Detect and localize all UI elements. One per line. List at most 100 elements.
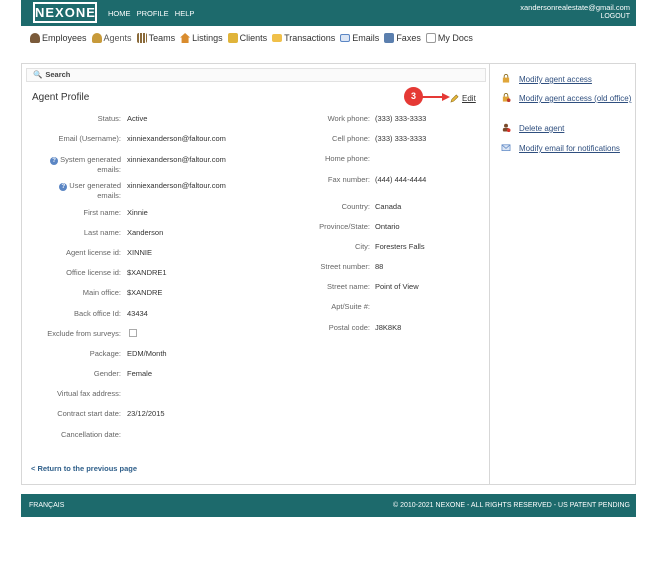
nav-help-link[interactable]: HELP <box>175 9 195 18</box>
modify-email-notifications-link[interactable]: Modify email for notifications <box>519 144 620 154</box>
field-label-apt-suite: Apt/Suite #: <box>331 302 370 311</box>
field-value-work-phone: (333) 333-3333 <box>375 114 427 123</box>
field-value-postal-code: J8K8K8 <box>375 323 402 332</box>
return-previous-page-link[interactable]: < Return to the previous page <box>31 464 137 473</box>
search-bar[interactable]: 🔍 Search <box>26 68 486 82</box>
field-label-back-office: Back office Id: <box>74 309 121 318</box>
field-label-fax-number: Fax number: <box>327 175 370 184</box>
field-label-text: System generated emails: <box>60 155 121 174</box>
top-header-bar: NEXONE HOME PROFILE HELP xandersonreales… <box>21 0 636 26</box>
exclude-surveys-checkbox[interactable] <box>129 329 137 337</box>
nav-item-label: My Docs <box>437 33 473 43</box>
nav-item-label: Teams <box>148 33 176 43</box>
field-value-cell-phone: (333) 333-3333 <box>375 134 427 143</box>
field-label-postal-code: Postal code: <box>328 323 370 332</box>
nav-item-label: Transactions <box>284 33 336 43</box>
nav-item-label: Faxes <box>396 33 421 43</box>
field-label-system-emails: ? System generated emails: <box>37 155 121 174</box>
envelope-icon <box>340 34 351 42</box>
edit-link[interactable]: Edit <box>462 94 476 103</box>
field-label-city: City: <box>355 242 370 251</box>
field-label-first-name: First name: <box>83 208 121 217</box>
info-icon[interactable]: ? <box>59 183 68 191</box>
field-value-contract-start: 23/12/2015 <box>127 409 165 418</box>
field-label-work-phone: Work phone: <box>327 114 370 123</box>
field-label-office-license: Office license id: <box>66 268 121 277</box>
edit-label: Edit <box>462 94 476 103</box>
field-label-exclude-surveys: Exclude from surveys: <box>47 329 121 338</box>
field-value-office-license: $XANDRE1 <box>127 268 167 277</box>
field-value-status: Active <box>127 114 148 123</box>
envelope-icon <box>501 143 511 152</box>
field-label-package: Package: <box>89 349 121 358</box>
field-label-text: User generated emails: <box>69 181 121 200</box>
fax-icon <box>384 33 395 43</box>
nav-item-clients[interactable]: Clients <box>227 33 268 43</box>
field-label-contract-start: Contract start date: <box>57 409 121 418</box>
field-value-gender: Female <box>127 369 153 378</box>
nav-item-label: Listings <box>192 33 223 43</box>
field-value-country: Canada <box>375 202 402 211</box>
arrow-icon <box>422 93 450 101</box>
nexone-logo[interactable]: NEXONE <box>33 2 97 23</box>
nav-item-my-docs[interactable]: My Docs <box>425 33 473 43</box>
folder-icon <box>272 34 283 42</box>
field-value-first-name: Xinnie <box>127 208 148 217</box>
field-label-cell-phone: Cell phone: <box>332 134 370 143</box>
language-link[interactable]: FRANÇAIS <box>29 502 64 509</box>
nav-item-transactions[interactable]: Transactions <box>272 33 335 43</box>
house-icon <box>180 33 191 43</box>
step-badge: 3 <box>404 87 423 106</box>
field-label-country: Country: <box>341 202 370 211</box>
agent-icon <box>91 33 102 43</box>
field-value-back-office: 43434 <box>127 309 148 318</box>
nav-item-listings[interactable]: Listings <box>180 33 223 43</box>
field-value-email: xinniexanderson@faltour.com <box>127 134 226 143</box>
nav-item-faxes[interactable]: Faxes <box>384 33 421 43</box>
field-value-user-emails: xinniexanderson@faltour.com <box>127 181 226 190</box>
clients-icon <box>227 33 238 43</box>
people-icon <box>30 33 40 43</box>
logout-link[interactable]: LOGOUT <box>600 13 630 20</box>
field-label-street-name: Street name: <box>327 282 370 291</box>
field-value-system-emails: xinniexanderson@faltour.com <box>127 155 226 164</box>
modify-agent-access-old-office-link[interactable]: Modify agent access (old office) <box>519 94 637 104</box>
agent-profile-section: 🔍 Search Agent Profile 3 Edit Status: Act… <box>22 64 490 484</box>
field-value-agent-license: XINNIE <box>127 248 153 257</box>
field-value-main-office: $XANDRE <box>127 288 163 297</box>
field-value-street-name: Point of View <box>375 282 419 291</box>
nav-item-label: Emails <box>352 33 380 43</box>
field-label-user-emails: ? User generated emails: <box>37 181 121 200</box>
info-icon[interactable]: ? <box>50 157 59 165</box>
docs-icon <box>425 33 436 43</box>
nav-item-label: Employees <box>42 33 87 43</box>
teams-icon <box>136 33 147 43</box>
main-nav: Employees Agents Teams Listings Clients … <box>30 31 478 45</box>
user-email: xandersonrealestate@gmail.com <box>520 3 630 12</box>
field-label-province: Province/State: <box>319 222 370 231</box>
delete-user-icon <box>501 123 511 132</box>
field-label-last-name: Last name: <box>83 228 121 237</box>
delete-agent-link[interactable]: Delete agent <box>519 124 564 134</box>
field-value-package: EDM/Month <box>127 349 167 358</box>
nav-item-teams[interactable]: Teams <box>136 33 176 43</box>
field-label-email: Email (Username): <box>58 134 121 143</box>
field-value-city: Foresters Falls <box>375 242 425 251</box>
top-nav: HOME PROFILE HELP <box>108 9 198 18</box>
nav-home-link[interactable]: HOME <box>108 9 131 18</box>
page-title: Agent Profile <box>32 92 90 103</box>
lock-icon <box>501 74 511 83</box>
nav-profile-link[interactable]: PROFILE <box>137 9 169 18</box>
field-value-street-number: 88 <box>375 262 384 271</box>
field-label-main-office: Main office: <box>82 288 121 297</box>
modify-agent-access-link[interactable]: Modify agent access <box>519 75 592 85</box>
nav-item-label: Clients <box>239 33 268 43</box>
nav-item-agents[interactable]: Agents <box>91 33 132 43</box>
nav-item-label: Agents <box>103 33 132 43</box>
search-icon: 🔍 <box>33 70 43 79</box>
field-label-gender: Gender: <box>93 369 121 378</box>
nav-item-emails[interactable]: Emails <box>340 33 379 43</box>
nav-item-employees[interactable]: Employees <box>30 33 87 43</box>
search-label: Search <box>45 70 71 79</box>
field-value-last-name: Xanderson <box>127 228 164 237</box>
